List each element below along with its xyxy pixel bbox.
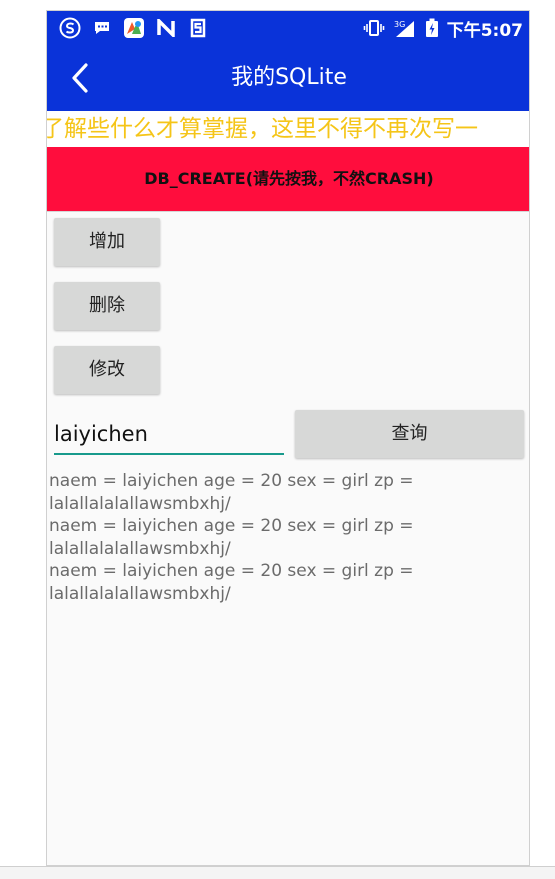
results-list: naem = laiyichen age = 20 sex = girl zp … [49,470,519,605]
result-line: lalallalalallawsmbxhj/ [49,583,231,604]
message-icon [93,19,111,37]
db-create-button[interactable]: DB_CREATE(请先按我，不然CRASH) [47,147,529,211]
result-line: naem = laiyichen age = 20 sex = girl zp … [49,471,414,491]
add-button[interactable]: 增加 [54,218,160,266]
page-title: 我的SQLite [231,65,347,90]
modify-button[interactable]: 修改 [54,346,160,394]
status-bar-right-icons: 3G 下午5:07 [363,16,523,41]
battery-icon [425,18,439,38]
s-logo-icon [59,17,81,39]
status-time: 下午5:07 [446,20,523,41]
result-line: lalallalalallawsmbxhj/ [49,538,231,559]
signal-icon: 3G [393,18,417,38]
result-line: lalallalalallawsmbxhj/ [49,493,231,514]
status-bar: 3G 下午5:07 [47,11,529,45]
result-line: naem = laiyichen age = 20 sex = girl zp … [49,516,414,536]
s5-icon [187,17,209,39]
n-icon [157,19,175,37]
screen-background: 3G 下午5:07 我的SQLite 了解些什么才算掌握，这里不得不再次写一 D… [0,0,555,879]
marquee-label: 了解些什么才算掌握，这里不得不再次写一 [47,116,478,142]
query-button[interactable]: 查询 [295,410,524,458]
divider [47,211,529,212]
marquee-text: 了解些什么才算掌握，这里不得不再次写一 [47,111,529,147]
app-color-icon [123,17,145,39]
result-line: naem = laiyichen age = 20 sex = girl zp … [49,561,414,581]
search-input[interactable] [54,415,284,455]
bottom-edge [0,866,555,879]
app-toolbar: 我的SQLite [47,45,529,111]
network-type-label: 3G [394,20,405,29]
vibrate-icon [363,18,385,38]
phone-frame: 3G 下午5:07 我的SQLite 了解些什么才算掌握，这里不得不再次写一 D… [46,10,530,866]
delete-button[interactable]: 删除 [54,282,160,330]
status-bar-left-icons [59,17,209,39]
